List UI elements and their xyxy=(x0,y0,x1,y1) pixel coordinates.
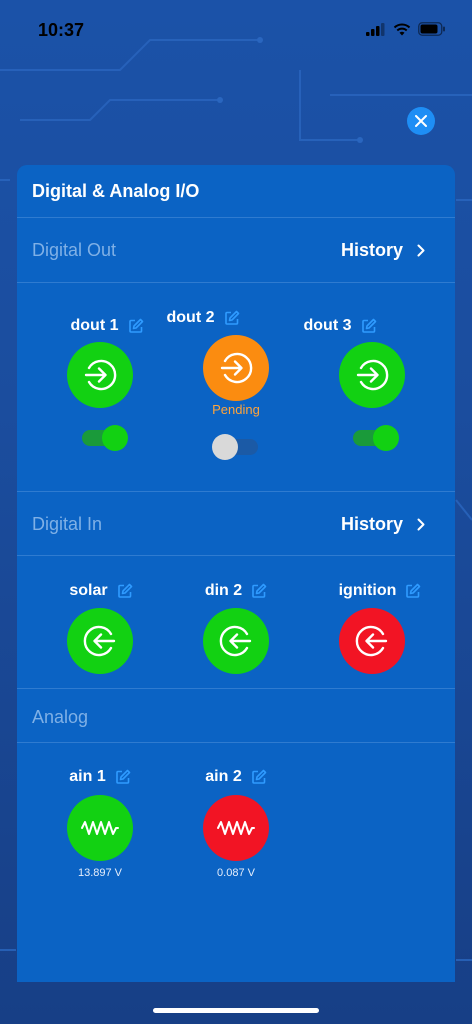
dout-3-state-button[interactable] xyxy=(339,342,405,408)
ain-2-value: 0.087 V xyxy=(217,867,255,879)
ain-2-header: ain 2 xyxy=(176,767,296,787)
divider xyxy=(17,491,455,492)
edit-icon[interactable] xyxy=(224,310,240,326)
ain-2-label: ain 2 xyxy=(205,768,242,785)
arrow-right-circle-icon xyxy=(220,352,253,384)
din-2-state xyxy=(203,608,269,674)
edit-icon[interactable] xyxy=(251,583,267,599)
ain-1-state xyxy=(67,795,133,861)
dout-2-header: dout 2 xyxy=(143,308,263,328)
toggle-knob xyxy=(212,434,238,460)
analog-label: Analog xyxy=(32,707,89,727)
status-time: 10:37 xyxy=(38,20,85,40)
dout-2-toggle[interactable] xyxy=(212,434,258,460)
dout-2-state-button[interactable] xyxy=(203,335,269,401)
panel-title: Digital & Analog I/O xyxy=(32,181,200,201)
digital-out-label: Digital Out xyxy=(32,240,117,260)
chevron-right-icon xyxy=(417,518,425,531)
digital-in-label: Digital In xyxy=(32,514,103,534)
close-icon xyxy=(415,115,427,127)
history-label: History xyxy=(340,240,403,260)
io-panel: Digital & Analog I/O Digital Out History… xyxy=(17,165,455,982)
edit-icon[interactable] xyxy=(128,318,144,334)
arrow-left-circle-icon xyxy=(219,625,252,657)
din-2-header: din 2 xyxy=(176,581,296,601)
divider xyxy=(17,555,455,556)
din-2-label: din 2 xyxy=(204,582,243,599)
dout-3-header: dout 3 xyxy=(280,316,400,336)
din-ignition-label: ignition xyxy=(338,582,397,599)
divider xyxy=(17,217,455,218)
edit-icon[interactable] xyxy=(117,583,133,599)
toggle-knob xyxy=(102,425,128,451)
wifi-icon xyxy=(393,23,411,35)
home-indicator[interactable] xyxy=(153,1008,319,1013)
status-bar: 10:37 xyxy=(0,0,472,60)
status-icons xyxy=(366,22,446,36)
dout-2-status: Pending xyxy=(212,402,260,417)
close-button[interactable] xyxy=(407,107,435,135)
dout-1-label: dout 1 xyxy=(70,317,119,334)
divider xyxy=(17,742,455,743)
battery-icon xyxy=(418,22,445,36)
digital-out-history-link[interactable]: History xyxy=(341,240,425,261)
dout-1-state-button[interactable] xyxy=(67,342,133,408)
dout-2-label: dout 2 xyxy=(166,309,215,326)
dout-1-toggle[interactable] xyxy=(82,425,128,451)
din-solar-header: solar xyxy=(41,581,161,601)
history-label: History xyxy=(340,514,403,534)
ain-2-state xyxy=(203,795,269,861)
digital-in-history-link[interactable]: History xyxy=(341,514,425,535)
waveform-icon xyxy=(217,821,255,835)
edit-icon[interactable] xyxy=(115,769,131,785)
arrow-left-circle-icon xyxy=(83,625,116,657)
ain-1-label: ain 1 xyxy=(69,768,106,785)
arrow-left-circle-icon xyxy=(355,625,388,657)
waveform-icon xyxy=(81,821,119,835)
ain-1-header: ain 1 xyxy=(40,767,160,787)
din-ignition-state xyxy=(339,608,405,674)
edit-icon[interactable] xyxy=(251,769,267,785)
din-ignition-header: ignition xyxy=(320,581,440,601)
arrow-right-circle-icon xyxy=(356,359,389,391)
din-solar-state xyxy=(67,608,133,674)
ain-1-value: 13.897 V xyxy=(77,867,123,879)
divider xyxy=(17,688,455,689)
dout-3-label: dout 3 xyxy=(303,317,352,334)
din-solar-label: solar xyxy=(69,582,108,599)
edit-icon[interactable] xyxy=(405,583,421,599)
arrow-right-circle-icon xyxy=(84,359,117,391)
edit-icon[interactable] xyxy=(361,318,377,334)
toggle-knob xyxy=(373,425,399,451)
dout-3-toggle[interactable] xyxy=(353,425,399,451)
chevron-right-icon xyxy=(417,244,425,257)
divider xyxy=(17,282,455,283)
cellular-signal-icon xyxy=(366,22,385,36)
